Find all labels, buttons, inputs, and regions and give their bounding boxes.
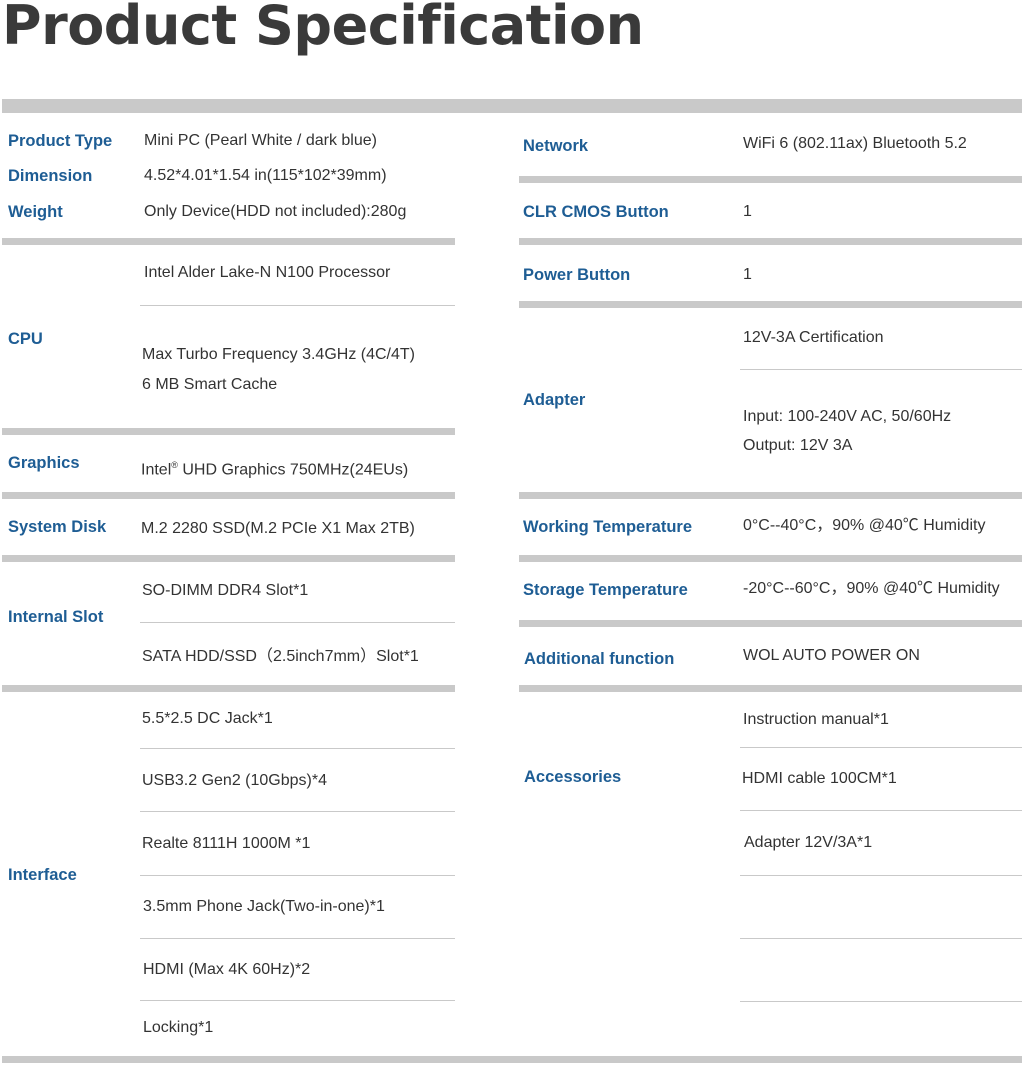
divider-bar [2,492,455,499]
row-line [740,938,1022,939]
row-line [140,938,455,939]
spec-value-cpu-3: 6 MB Smart Cache [142,376,278,393]
spec-value-accessories-2: HDMI cable 100CM*1 [742,770,897,787]
spec-label-interface: Interface [8,866,77,884]
divider-bar [2,685,455,692]
spec-value-adapter-2: Input: 100-240V AC, 50/60Hz [743,408,952,425]
spec-value-product-type: Mini PC (Pearl White / dark blue) [144,132,377,149]
row-line [140,1000,455,1001]
row-line [740,369,1022,370]
spec-value-adapter-1: 12V-3A Certification [743,329,884,346]
spec-value-working-temp: 0°C--40°C，90% @40℃ Humidity [743,517,986,534]
spec-label-system-disk: System Disk [8,518,107,536]
divider-bar [2,428,455,435]
spec-label-network: Network [523,137,589,155]
row-line [140,875,455,876]
spec-value-interface-5: HDMI (Max 4K 60Hz)*2 [143,961,311,978]
spec-value-weight: Only Device(HDD not included):280g [144,203,407,220]
spec-value-interface-6: Locking*1 [143,1019,214,1036]
spec-value-cpu-2: Max Turbo Frequency 3.4GHz (4C/4T) [142,346,415,363]
row-line [140,748,455,749]
spec-value-power-button: 1 [743,266,752,283]
spec-value-accessories-1: Instruction manual*1 [743,711,889,728]
divider-bar [2,555,455,562]
divider-bar [519,685,1022,692]
spec-value-cpu-1: Intel Alder Lake-N N100 Processor [144,264,391,281]
divider-bar [2,1056,1022,1063]
row-line [740,1001,1022,1002]
row-line [140,305,455,306]
spec-value-adapter-3: Output: 12V 3A [743,437,853,454]
spec-value-system-disk: M.2 2280 SSD(M.2 PCIe X1 Max 2TB) [141,520,415,537]
row-line [140,811,455,812]
spec-value-interface-4: 3.5mm Phone Jack(Two-in-one)*1 [143,898,385,915]
row-line [740,747,1022,748]
page-title: Product Specification [2,0,644,57]
spec-value-storage-temp: -20°C--60°C，90% @40℃ Humidity [743,580,1000,597]
spec-value-additional: WOL AUTO POWER ON [743,647,920,664]
spec-label-storage-temp: Storage Temperature [523,581,688,599]
spec-value-internal-slot-1: SO-DIMM DDR4 Slot*1 [142,582,309,599]
spec-value-clr-cmos: 1 [743,203,752,220]
divider-bar [519,301,1022,308]
spec-label-product-type: Product Type [8,132,113,150]
spec-label-adapter: Adapter [523,391,586,409]
row-line [740,875,1022,876]
spec-value-interface-3: Realte 8111H 1000M *1 [142,835,311,852]
spec-label-graphics: Graphics [8,454,80,472]
row-line [740,810,1022,811]
spec-label-additional: Additional function [524,650,675,668]
spec-value-graphics: Intel® UHD Graphics 750MHz(24EUs) [141,460,409,479]
divider-bar [519,555,1022,562]
spec-value-accessories-3: Adapter 12V/3A*1 [744,834,873,851]
divider-bar [519,238,1022,245]
spec-label-dimension: Dimension [8,167,93,185]
divider-bar [519,176,1022,183]
spec-value-interface-2: USB3.2 Gen2 (10Gbps)*4 [142,772,327,789]
spec-value-network: WiFi 6 (802.11ax) Bluetooth 5.2 [743,135,967,152]
spec-label-internal-slot: Internal Slot [8,608,104,626]
spec-label-cpu: CPU [8,330,43,348]
spec-label-power-button: Power Button [523,266,631,284]
divider-bar [519,492,1022,499]
spec-label-clr-cmos: CLR CMOS Button [523,203,669,221]
spec-value-dimension: 4.52*4.01*1.54 in(115*102*39mm) [144,167,387,184]
spec-label-weight: Weight [8,203,63,221]
spec-value-internal-slot-2: SATA HDD/SSD（2.5inch7mm）Slot*1 [142,648,419,665]
divider-bar [519,620,1022,627]
header-bar [2,99,1022,113]
spec-label-working-temp: Working Temperature [523,518,693,536]
spec-label-accessories: Accessories [524,768,622,786]
row-line [140,622,455,623]
spec-value-interface-1: 5.5*2.5 DC Jack*1 [142,710,273,727]
divider-bar [2,238,455,245]
